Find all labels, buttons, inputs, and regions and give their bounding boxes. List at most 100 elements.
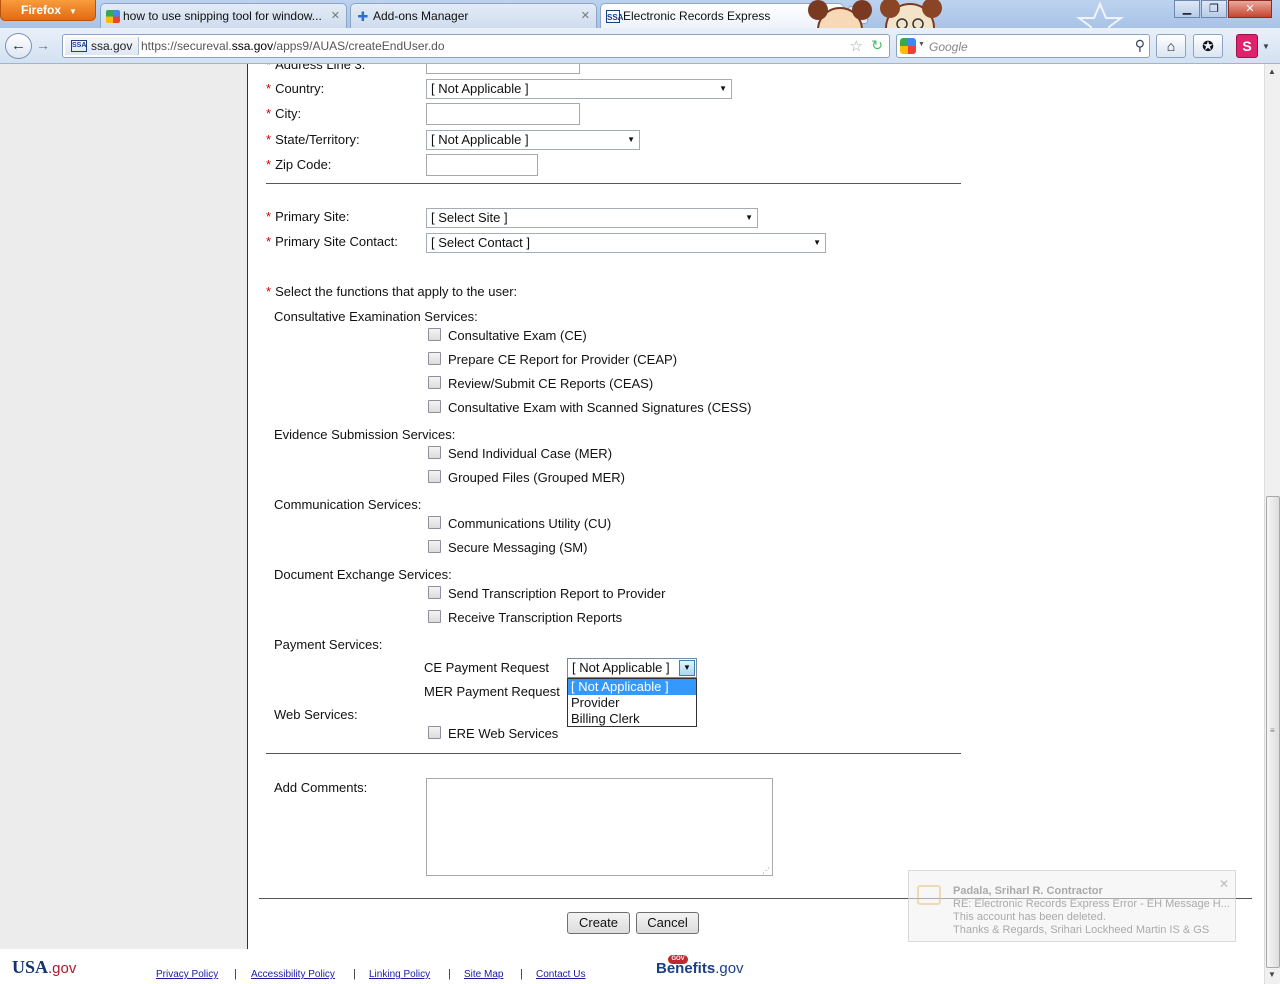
tab-bar: Firefox ▼ how to use snipping tool for wi… [0,0,1280,28]
addon-s-button[interactable]: S [1236,34,1258,58]
back-button[interactable]: ← [5,33,32,59]
firefox-menu-button[interactable]: Firefox ▼ [0,0,96,21]
mer-checkbox[interactable] [428,446,441,459]
chevron-down-icon: ▼ [745,213,753,222]
notification-subject: RE: Electronic Records Express Error - E… [953,898,1230,910]
send-transcription-checkbox[interactable] [428,586,441,599]
url-text[interactable]: https://secureval.ssa.gov/apps9/AUAS/cre… [141,39,445,53]
ceas-checkbox[interactable] [428,376,441,389]
cu-checkbox-label: Communications Utility (CU) [448,516,612,531]
url-prefix: https://secureval. [141,39,232,53]
label-text: Country: [275,81,325,96]
scroll-up-icon[interactable]: ▲ [1268,67,1276,76]
home-button[interactable]: ⌂ [1156,34,1186,58]
notification-sender: Padala, Sriharl R. Contractor [953,885,1103,897]
grouped-mer-checkbox-label: Grouped Files (Grouped MER) [448,470,626,485]
ceas-checkbox-label: Review/Submit CE Reports (CEAS) [448,376,654,391]
label-text: Zip Code: [275,157,332,172]
receive-transcription-checkbox[interactable] [428,610,441,623]
bookmarks-button[interactable]: ✪ [1193,34,1223,58]
search-bar[interactable]: ▼ Google ⚲ [896,34,1150,58]
cess-checkbox[interactable] [428,400,441,413]
url-bar[interactable]: SSA ssa.gov https://secureval.ssa.gov/ap… [62,34,890,58]
bookmark-star-icon[interactable]: ☆ [850,37,863,55]
site-map-link[interactable]: Site Map [464,969,503,980]
ere-web-services-checkbox-label: ERE Web Services [448,726,559,741]
ssa-icon: SSA [606,10,623,23]
option-not-applicable[interactable]: [ Not Applicable ] [568,679,696,695]
scrollbar-thumb[interactable]: ≡ [1266,496,1280,968]
chevron-down-icon[interactable]: ▼ [679,660,695,676]
ere-web-services-checkbox[interactable] [428,726,441,739]
create-button[interactable]: Create [567,912,630,934]
sm-checkbox[interactable] [428,540,441,553]
linking-policy-link[interactable]: Linking Policy [369,969,430,980]
zip-input[interactable] [426,154,538,176]
required-mark: * [266,284,272,299]
privacy-policy-link[interactable]: Privacy Policy [156,969,218,980]
zip-label: * Zip Code: [266,157,331,172]
ce-payment-options-list: [ Not Applicable ] Provider Billing Cler… [567,678,697,727]
new-tab-button[interactable]: + [848,6,868,24]
ce-payment-select[interactable]: [ Not Applicable ] ▼ [567,658,697,678]
label-text: Address Line 3: [275,64,366,72]
cu-checkbox[interactable] [428,516,441,529]
ce-services-label: Consultative Examination Services: [274,309,478,324]
benefits-gov-logo[interactable]: GOV Benefits.gov [656,955,744,977]
required-mark: * [266,157,272,172]
payment-services-label: Payment Services: [274,637,383,652]
tab-title: how to use snipping tool for window... [123,9,322,23]
site-identity-button[interactable]: SSA ssa.gov [65,37,140,55]
google-icon [106,10,120,23]
search-icon[interactable]: ⚲ [1135,37,1145,54]
required-mark: * [266,132,272,147]
navigation-toolbar: ← → SSA ssa.gov https://secureval.ssa.go… [0,28,1280,64]
document-services-label: Document Exchange Services: [274,567,452,582]
chevron-down-icon[interactable]: ▼ [918,41,925,48]
left-panel [0,64,248,949]
forward-button[interactable]: → [36,37,50,53]
primary-site-contact-select[interactable]: [ Select Contact ] ▼ [426,233,826,253]
ceap-checkbox[interactable] [428,352,441,365]
address-line-3-input[interactable] [426,64,580,74]
tab-electronic-records-express[interactable]: SSA Electronic Records Express [600,3,844,28]
contact-us-link[interactable]: Contact Us [536,969,585,980]
country-select[interactable]: [ Not Applicable ] ▼ [426,79,732,99]
envelope-icon [917,885,941,905]
close-icon[interactable]: ✕ [331,9,340,22]
close-icon[interactable]: ✕ [1219,877,1229,891]
required-mark: * [266,234,272,249]
reload-icon[interactable]: ↻ [871,37,883,54]
city-input[interactable] [426,103,580,125]
email-notification-toast[interactable]: ✕ Padala, Sriharl R. Contractor RE: Elec… [908,870,1236,942]
comments-textarea[interactable]: ⋰ [426,778,773,876]
close-window-button[interactable]: ✕ [1228,0,1272,18]
chevron-down-icon[interactable]: ▼ [1262,42,1270,51]
grouped-mer-checkbox[interactable] [428,470,441,483]
option-billing-clerk[interactable]: Billing Clerk [568,711,696,727]
country-label: * Country: [266,81,324,96]
accessibility-policy-link[interactable]: Accessibility Policy [251,969,335,980]
scroll-down-icon[interactable]: ▼ [1268,970,1276,979]
chevron-down-icon: ▼ [627,135,635,144]
site-identity-label: ssa.gov [91,39,133,53]
resize-handle-icon[interactable]: ⋰ [762,866,770,875]
chevron-down-icon: ▼ [69,7,77,16]
url-path: /apps9/AUAS/createEndUser.do [273,39,445,53]
mer-payment-label: MER Payment Request [424,684,560,699]
tab-snipping-tool[interactable]: how to use snipping tool for window... ✕ [100,3,347,28]
usa-gov-logo[interactable]: USA.gov [12,957,76,978]
cancel-button[interactable]: Cancel [636,912,699,934]
minimize-button[interactable]: ▁ [1174,0,1200,18]
state-label: * State/Territory: [266,132,360,147]
tab-addons-manager[interactable]: ✚ Add-ons Manager ✕ [350,3,597,28]
primary-site-select[interactable]: [ Select Site ] ▼ [426,208,758,228]
restore-button[interactable]: ❐ [1201,0,1227,18]
google-icon[interactable] [900,38,916,54]
ce-checkbox[interactable] [428,328,441,341]
state-select[interactable]: [ Not Applicable ] ▼ [426,130,640,150]
vertical-scrollbar[interactable]: ▲ ≡ ▼ [1264,64,1280,984]
receive-transcription-checkbox-label: Receive Transcription Reports [448,610,623,625]
close-icon[interactable]: ✕ [581,9,590,22]
option-provider[interactable]: Provider [568,695,696,711]
